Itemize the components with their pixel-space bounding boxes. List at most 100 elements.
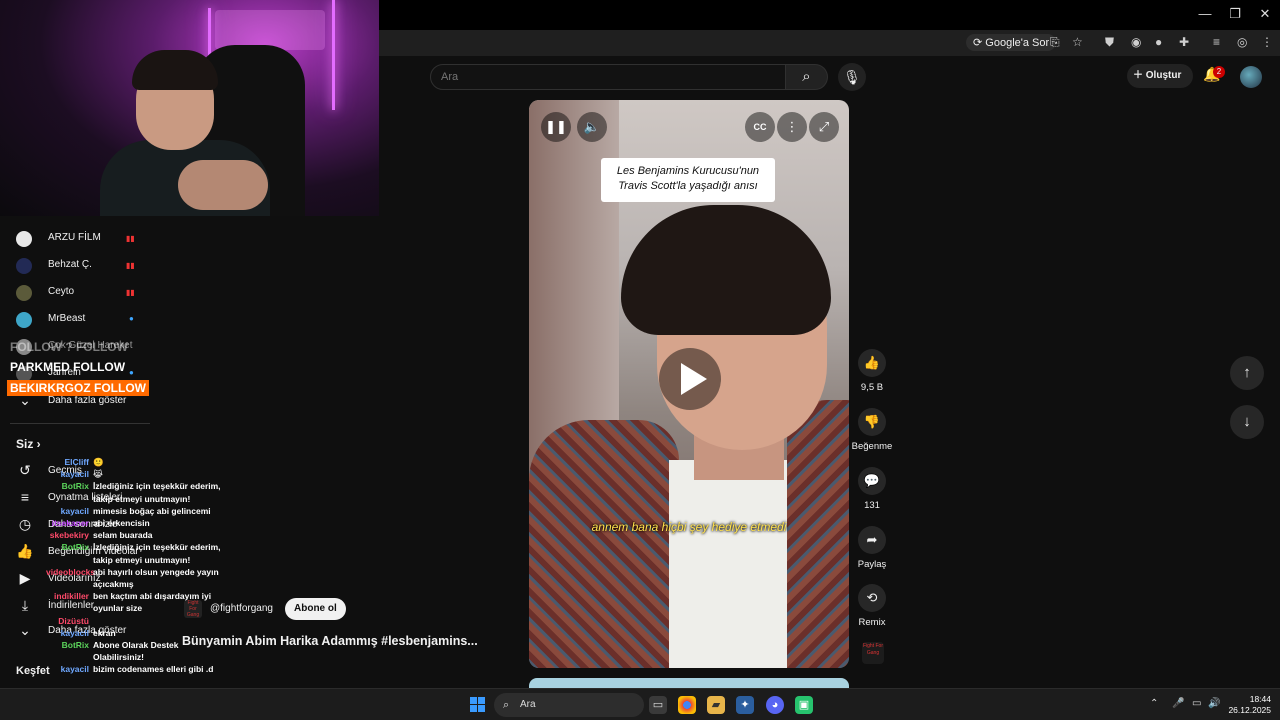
notification-badge: 2	[1213, 66, 1225, 78]
pause-button[interactable]: ❚❚	[541, 112, 571, 142]
taskbar-search[interactable]: ⌕ Ara	[494, 693, 644, 717]
subscribe-button[interactable]: Abone ol	[285, 598, 346, 620]
windows-start-icon[interactable]	[470, 697, 486, 713]
chat-text: takip etmeyi unutmayın!	[93, 554, 191, 565]
next-short-button[interactable]: ↓	[1230, 405, 1264, 439]
sidebar-subscription[interactable]: ARZU FİLM ▮▮	[0, 228, 153, 254]
volume-icon: 🔈	[583, 119, 601, 134]
search-button[interactable]: ⌕	[786, 64, 828, 90]
show-more-label: Daha fazla göster	[48, 395, 127, 406]
chat-username: kayacil	[60, 469, 89, 480]
chat-message: videoblocksabi hayırlı olsun yengede yay…	[46, 566, 306, 578]
shorts-video-player[interactable]: ❚❚ 🔈 CC ⋮ ⤢ Les Benjamins Kurucusu'nun T…	[529, 100, 849, 668]
monitor-icon[interactable]: ▭	[1192, 698, 1201, 709]
channel-avatar[interactable]: Fight For Gang	[184, 600, 202, 618]
you-title-text: Siz	[16, 437, 34, 451]
fullscreen-button[interactable]: ⤢	[809, 112, 839, 142]
chat-message: açıcakmış	[46, 578, 306, 590]
close-icon[interactable]: ✕	[1255, 6, 1275, 22]
dislike-label: Beğenme	[851, 441, 893, 452]
video-figure	[621, 205, 831, 335]
chat-username: BotRix	[61, 542, 89, 553]
like-count: 9,5 B	[860, 382, 884, 393]
video-subtitle: annem bana hiçbi şey hediye etmedi	[591, 520, 787, 534]
create-button[interactable]: ＋ Oluştur	[1127, 64, 1193, 88]
app-icon[interactable]: ✦	[736, 696, 754, 714]
chat-text: bizim codenames elleri gibi .d	[93, 664, 214, 675]
cc-icon: CC	[753, 122, 767, 132]
star-icon[interactable]: ☆	[1072, 35, 1083, 49]
minimize-icon[interactable]: —	[1195, 6, 1215, 21]
arrow-down-icon: ↓	[1243, 413, 1251, 430]
chat-message: takip etmeyi unutmayın!	[46, 493, 306, 505]
video-title[interactable]: Bünyamin Abim Harika Adammış #lesbenjami…	[182, 634, 478, 648]
comments-button[interactable]: 💬	[858, 467, 886, 495]
chat-text: takip etmeyi unutmayın!	[93, 493, 191, 504]
captions-button[interactable]: CC	[745, 112, 775, 142]
channel-avatar	[16, 231, 32, 247]
chat-username: BotRix	[61, 481, 89, 492]
extension-red-icon[interactable]: ●	[1155, 35, 1162, 49]
sidebar-subscription[interactable]: Ceyto ▮▮	[0, 282, 153, 308]
voice-search-button[interactable]: 🎙	[838, 63, 866, 91]
extension-icon[interactable]: ◉	[1131, 35, 1141, 49]
thumbs-up-icon: 👍	[863, 355, 881, 370]
sidebar-subscription[interactable]: MrBeast ●	[0, 309, 153, 335]
microphone-icon[interactable]: 🎤	[1172, 698, 1184, 709]
menu-icon[interactable]: ⋮	[1261, 35, 1273, 49]
chat-text: selam buarada	[93, 530, 153, 541]
avatar[interactable]	[1240, 66, 1262, 88]
task-view-icon[interactable]: ▭	[649, 696, 667, 714]
sidebar-subscription[interactable]: Behzat Ç. ▮▮	[0, 255, 153, 281]
history-icon: ↺	[19, 462, 31, 478]
video-caption-card: Les Benjamins Kurucusu'nun Travis Scott'…	[601, 158, 775, 202]
share-button[interactable]: ➦	[858, 526, 886, 554]
chat-text: abi erkencisin	[93, 518, 150, 528]
video-figure	[787, 400, 849, 668]
cast-icon[interactable]: ⎘	[1050, 35, 1060, 50]
remix-button[interactable]: ⟲	[858, 584, 886, 612]
thumbs-down-icon: 👎	[863, 414, 881, 429]
puzzle-icon[interactable]: ✚	[1179, 35, 1189, 49]
channel-name: MrBeast	[48, 313, 86, 324]
chat-message: Olabilirsiniz!	[46, 651, 306, 663]
previous-short-button[interactable]: ↑	[1230, 356, 1264, 390]
file-explorer-icon[interactable]: ▰	[707, 696, 725, 714]
channel-avatar	[16, 312, 32, 328]
media-icon[interactable]: ≡	[1213, 35, 1220, 49]
volume-button[interactable]: 🔈	[577, 112, 607, 142]
kick-icon[interactable]: ▣	[795, 696, 813, 714]
play-icon[interactable]	[659, 348, 721, 410]
channel-name: ARZU FİLM	[48, 232, 101, 243]
neon-light	[332, 0, 335, 110]
chrome-icon[interactable]	[678, 696, 696, 714]
chat-text: İzlediğiniz için teşekkür ederim,	[93, 542, 221, 553]
google-ask-button[interactable]: ⟳ Google'a Sor	[966, 34, 1057, 51]
live-icon: ▮▮	[126, 288, 135, 297]
video-figure	[669, 460, 799, 668]
chat-message: kayacil 😹	[46, 468, 306, 480]
search-input[interactable]	[441, 69, 771, 85]
channel-name[interactable]: @fightforgang	[210, 603, 273, 614]
chat-text: açıcakmış	[93, 579, 134, 589]
chat-username: videoblocks	[46, 566, 96, 577]
like-button[interactable]: 👍	[858, 349, 886, 377]
dislike-button[interactable]: 👎	[858, 408, 886, 436]
new-content-dot: ●	[129, 314, 134, 323]
window-titlebar: — ❐ ✕	[379, 0, 1280, 30]
audio-thumbnail[interactable]: Fight For Gang	[862, 642, 884, 664]
maximize-icon[interactable]: ❐	[1225, 6, 1245, 22]
search-icon: ⌕	[802, 68, 811, 85]
chat-text: abi hayırlı olsun yengede yayın	[93, 566, 219, 577]
chevron-up-icon[interactable]: ⌃	[1150, 698, 1158, 709]
search-box[interactable]	[430, 64, 786, 90]
playlist-icon: ≡	[20, 489, 30, 505]
discord-icon[interactable]: ◕	[766, 696, 784, 714]
shield-extension-icon[interactable]: ⛊	[1105, 35, 1114, 50]
clock[interactable]: 18:44 26.12.2025	[1216, 694, 1271, 716]
pause-icon: ❚❚	[545, 119, 567, 134]
you-section-title[interactable]: Siz ›	[16, 437, 41, 451]
more-options-button[interactable]: ⋮	[777, 112, 807, 142]
profile-icon[interactable]: ◎	[1237, 35, 1247, 49]
microphone-icon: 🎙	[843, 69, 861, 85]
